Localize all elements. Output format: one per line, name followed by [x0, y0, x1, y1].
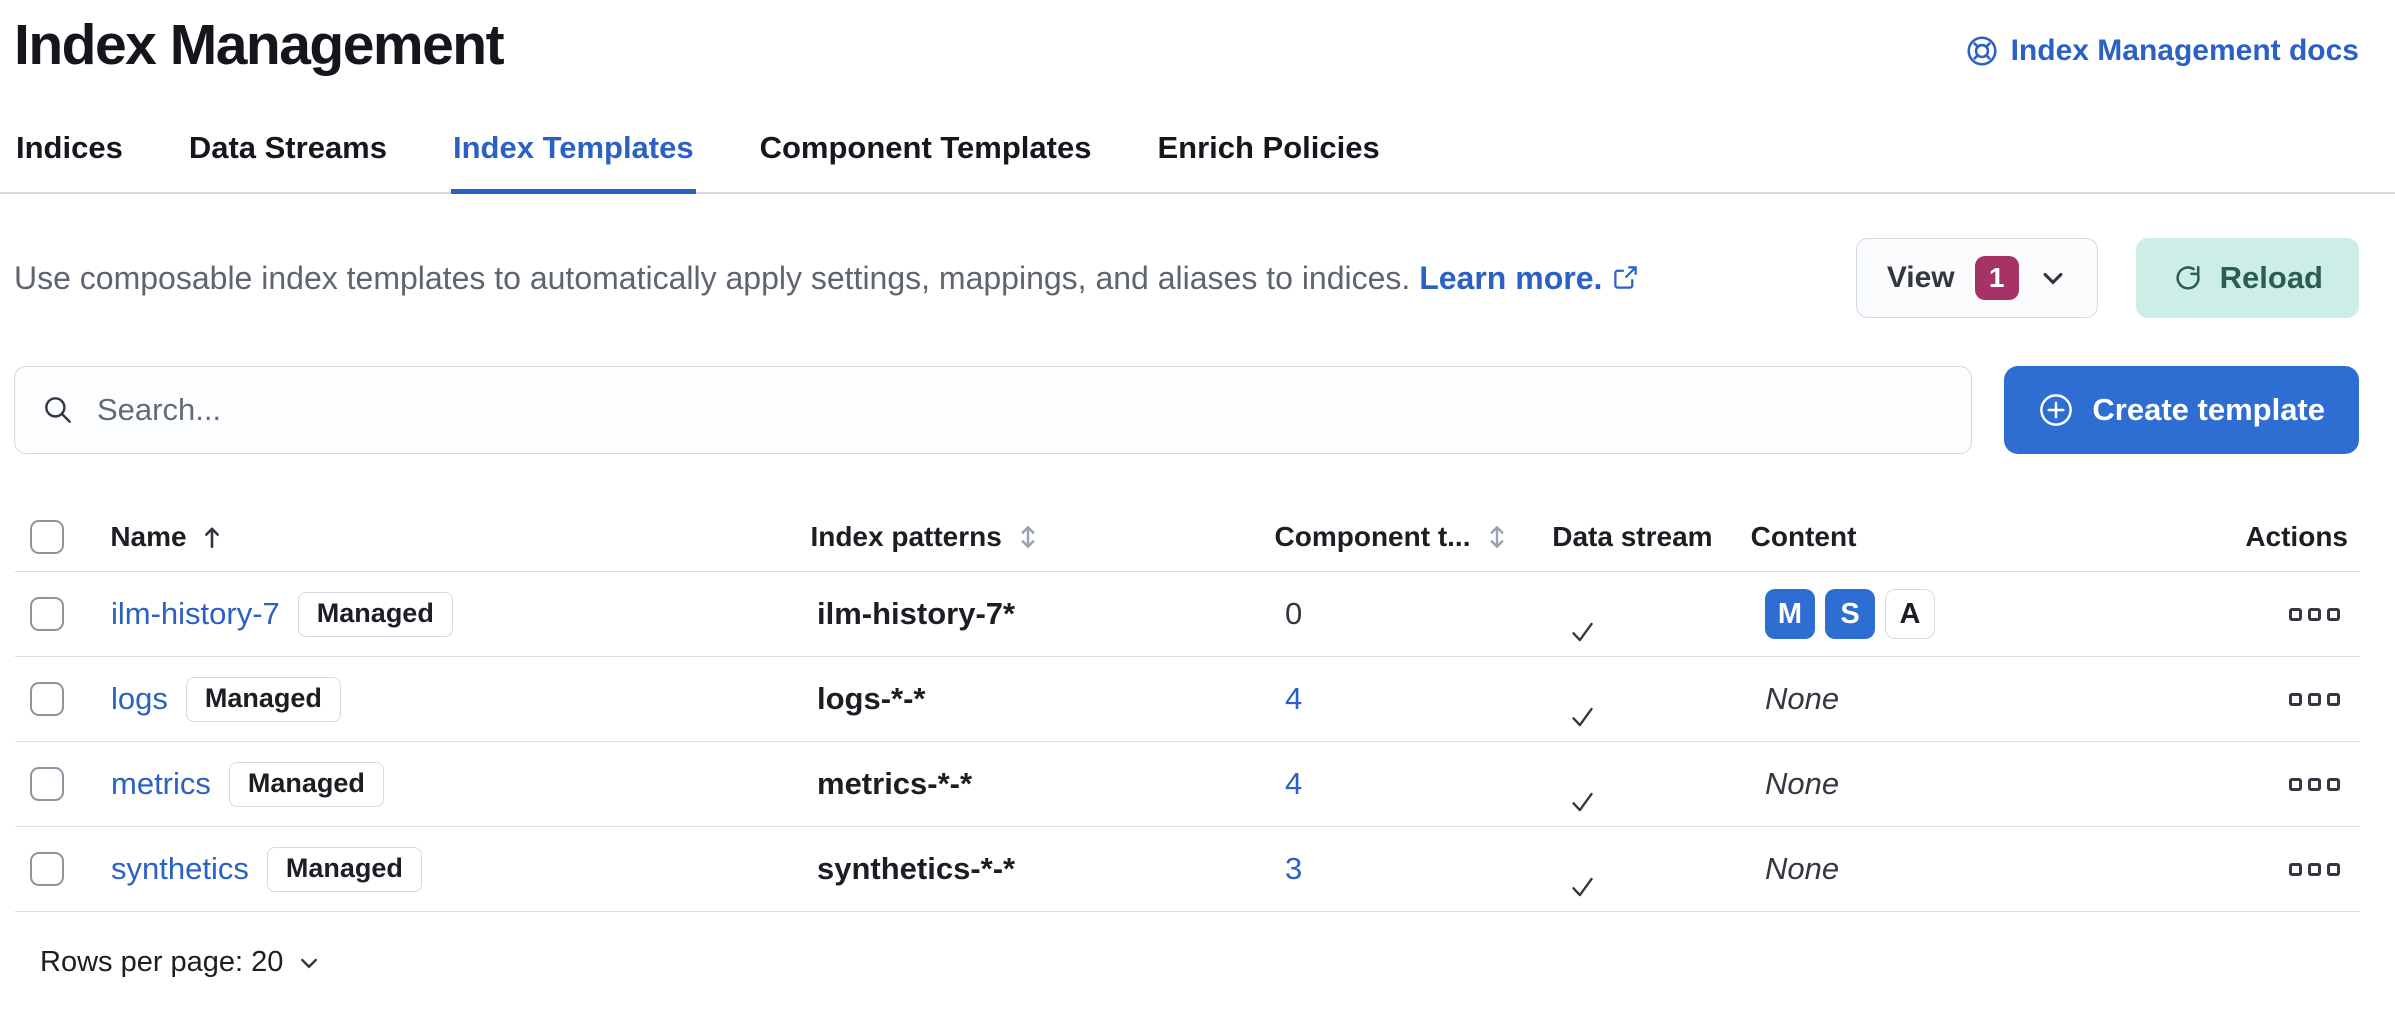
reload-button[interactable]: Reload	[2136, 238, 2359, 318]
row-checkbox[interactable]	[30, 597, 64, 631]
rows-per-page-selector[interactable]: Rows per page: 20	[40, 946, 321, 979]
content-none: None	[1765, 766, 1839, 802]
table-row: logs Managed logs-*-* 4 None	[15, 657, 2360, 742]
content-badge-mappings[interactable]: M	[1765, 589, 1815, 639]
check-icon	[1565, 615, 1749, 649]
learn-more-link[interactable]: Learn more.	[1419, 260, 1602, 296]
managed-badge: Managed	[298, 592, 453, 637]
external-link-icon	[1612, 264, 1639, 291]
table-row: synthetics Managed synthetics-*-* 3 None	[15, 827, 2360, 912]
toolbar-buttons: View 1 Reload	[1856, 238, 2359, 318]
sort-ascending-icon	[199, 524, 225, 550]
row-checkbox[interactable]	[30, 682, 64, 716]
docs-link[interactable]: Index Management docs	[1965, 34, 2359, 68]
column-label-component-templates: Component t...	[1275, 521, 1471, 553]
column-header-component-templates[interactable]: Component t...	[1275, 521, 1511, 553]
tab-bar: Indices Data Streams Index Templates Com…	[0, 120, 2395, 194]
component-count-link[interactable]: 4	[1285, 681, 1302, 716]
index-pattern-value: ilm-history-7*	[817, 596, 1015, 631]
index-pattern-value: logs-*-*	[817, 681, 926, 716]
row-actions-icon[interactable]	[2281, 600, 2348, 629]
index-pattern-value: synthetics-*-*	[817, 851, 1015, 886]
column-header-data-stream: Data stream	[1552, 521, 1712, 552]
column-header-name[interactable]: Name	[110, 521, 224, 553]
search-row: Create template	[0, 366, 2395, 454]
plus-circle-icon	[2038, 392, 2074, 428]
template-name-link[interactable]: logs	[111, 681, 168, 717]
content-badge-settings[interactable]: S	[1825, 589, 1875, 639]
view-button[interactable]: View 1	[1856, 238, 2098, 318]
row-checkbox[interactable]	[30, 852, 64, 886]
search-input[interactable]	[95, 391, 1945, 429]
create-template-button[interactable]: Create template	[2004, 366, 2359, 454]
check-icon	[1565, 785, 1749, 819]
managed-badge: Managed	[229, 762, 384, 807]
description-sentence: Use composable index templates to automa…	[14, 260, 1410, 296]
page-header: Index Management Index Management docs	[0, 0, 2395, 82]
search-box	[14, 366, 1972, 454]
view-button-label: View	[1887, 261, 1955, 295]
docs-link-label: Index Management docs	[2011, 34, 2359, 68]
create-template-label: Create template	[2092, 392, 2325, 428]
tab-data-streams[interactable]: Data Streams	[187, 120, 389, 192]
rows-per-page-label: Rows per page: 20	[40, 946, 283, 979]
row-actions-icon[interactable]	[2281, 770, 2348, 799]
chevron-down-icon	[297, 951, 321, 975]
component-count-link[interactable]: 3	[1285, 851, 1302, 886]
managed-badge: Managed	[267, 847, 422, 892]
check-icon	[1565, 870, 1749, 904]
reload-button-label: Reload	[2220, 260, 2323, 296]
row-actions-icon[interactable]	[2281, 855, 2348, 884]
content-none: None	[1765, 681, 1839, 717]
sort-both-icon	[1483, 523, 1511, 551]
description-row: Use composable index templates to automa…	[0, 238, 2395, 318]
sort-both-icon	[1014, 523, 1042, 551]
view-count-badge: 1	[1975, 256, 2019, 300]
index-pattern-value: metrics-*-*	[817, 766, 972, 801]
column-label-name: Name	[110, 521, 186, 553]
row-actions-icon[interactable]	[2281, 685, 2348, 714]
column-header-actions: Actions	[2245, 521, 2348, 553]
component-count-link[interactable]: 4	[1285, 766, 1302, 801]
tab-enrich-policies[interactable]: Enrich Policies	[1155, 120, 1381, 192]
column-header-content: Content	[1751, 521, 1857, 553]
page-title: Index Management	[14, 8, 503, 82]
table-footer: Rows per page: 20	[0, 912, 2395, 979]
table-header-row: Name Index patterns Component	[15, 502, 2360, 572]
table-row: ilm-history-7 Managed ilm-history-7* 0 M…	[15, 572, 2360, 657]
managed-badge: Managed	[186, 677, 341, 722]
row-checkbox[interactable]	[30, 767, 64, 801]
template-name-link[interactable]: metrics	[111, 766, 211, 802]
search-icon	[41, 393, 75, 427]
content-none: None	[1765, 851, 1839, 887]
template-name-link[interactable]: ilm-history-7	[111, 596, 280, 632]
help-lifebuoy-icon	[1965, 34, 1999, 68]
tab-component-templates[interactable]: Component Templates	[758, 120, 1094, 192]
table-row: metrics Managed metrics-*-* 4 None	[15, 742, 2360, 827]
index-templates-table: Name Index patterns Component	[15, 502, 2360, 912]
chevron-down-icon	[2039, 264, 2067, 292]
content-badge-aliases[interactable]: A	[1885, 589, 1935, 639]
column-label-index-patterns: Index patterns	[810, 521, 1001, 553]
component-count: 0	[1285, 596, 1302, 631]
tab-index-templates[interactable]: Index Templates	[451, 120, 696, 194]
tab-indices[interactable]: Indices	[14, 120, 125, 192]
select-all-checkbox[interactable]	[30, 520, 64, 554]
column-header-index-patterns[interactable]: Index patterns	[810, 521, 1041, 553]
template-name-link[interactable]: synthetics	[111, 851, 249, 887]
check-icon	[1565, 700, 1749, 734]
refresh-icon	[2172, 262, 2204, 294]
description-text: Use composable index templates to automa…	[14, 256, 1639, 301]
